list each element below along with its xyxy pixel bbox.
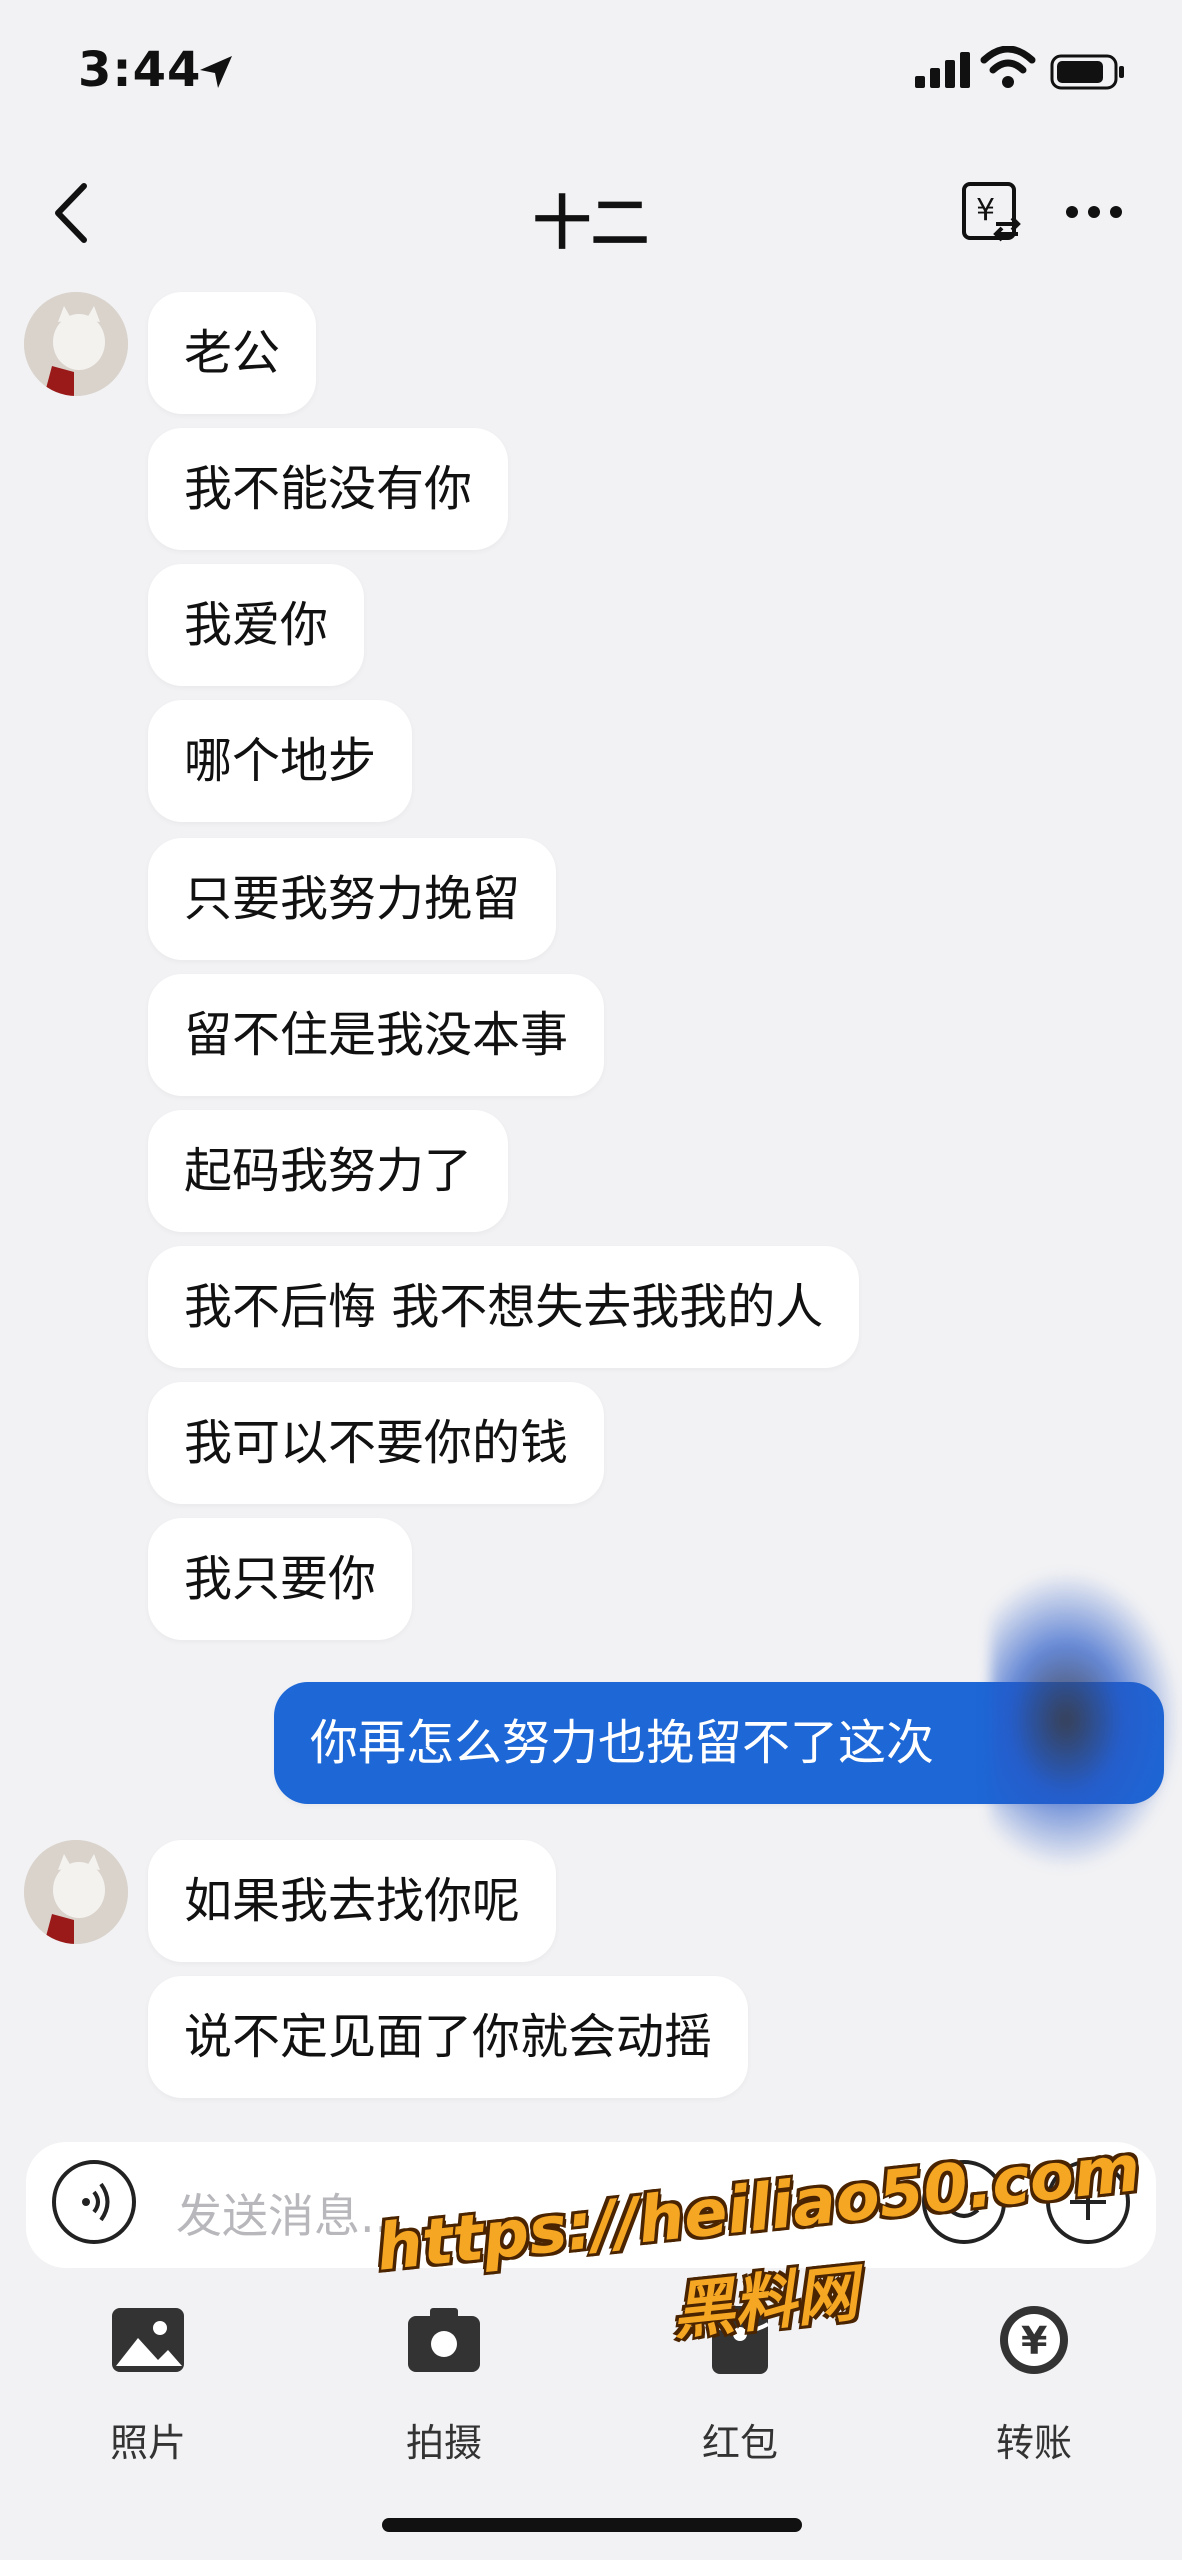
message-bubble-received[interactable]: 我只要你 [148,1518,413,1640]
message-bubble-received[interactable]: 我不能没有你 [148,428,509,550]
tool-label: 红包 [701,2421,778,2465]
status-time: 3:44 [78,42,202,98]
message-bubble-received[interactable]: 我爱你 [148,564,365,686]
status-bar: 3:44 [0,0,1182,150]
tool-transfer[interactable]: ¥ 转账 [944,2300,1124,2465]
battery-icon [1050,54,1124,90]
photo-icon [112,2308,184,2372]
cellular-signal-icon [915,52,970,88]
voice-input-icon[interactable] [52,2160,136,2244]
message-bubble-received[interactable]: 留不住是我没本事 [148,974,605,1096]
svg-text:¥: ¥ [976,193,995,228]
svg-text:¥: ¥ [1021,2319,1047,2363]
wifi-icon [980,46,1036,88]
message-bubble-received[interactable]: 我可以不要你的钱 [148,1382,605,1504]
more-options-icon[interactable] [1064,202,1124,222]
tool-label: 拍摄 [405,2421,482,2465]
tool-label: 转账 [995,2421,1072,2465]
message-bubble-received[interactable]: 只要我努力挽留 [148,838,557,960]
message-bubble-received[interactable]: 老公 [148,292,317,414]
currency-exchange-icon[interactable]: ¥ [960,180,1024,244]
home-indicator[interactable] [382,2518,802,2532]
message-input[interactable]: 发送消息... [176,2180,404,2246]
tool-label: 照片 [109,2421,186,2465]
blur-smudge [990,1570,1180,1870]
message-bubble-received[interactable]: 起码我努力了 [148,1110,509,1232]
tool-photo[interactable]: 照片 [58,2300,238,2465]
location-arrow-icon [200,56,232,88]
contact-avatar[interactable] [24,292,128,396]
message-bubble-received[interactable]: 哪个地步 [148,700,413,822]
message-bubble-received[interactable]: 说不定见面了你就会动摇 [148,1976,749,2098]
chat-header: 十二 ¥ [0,150,1182,270]
message-bubble-received[interactable]: 我不后悔 我不想失去我我的人 [148,1246,860,1368]
contact-avatar[interactable] [24,1840,128,1944]
message-bubble-received[interactable]: 如果我去找你呢 [148,1840,557,1962]
